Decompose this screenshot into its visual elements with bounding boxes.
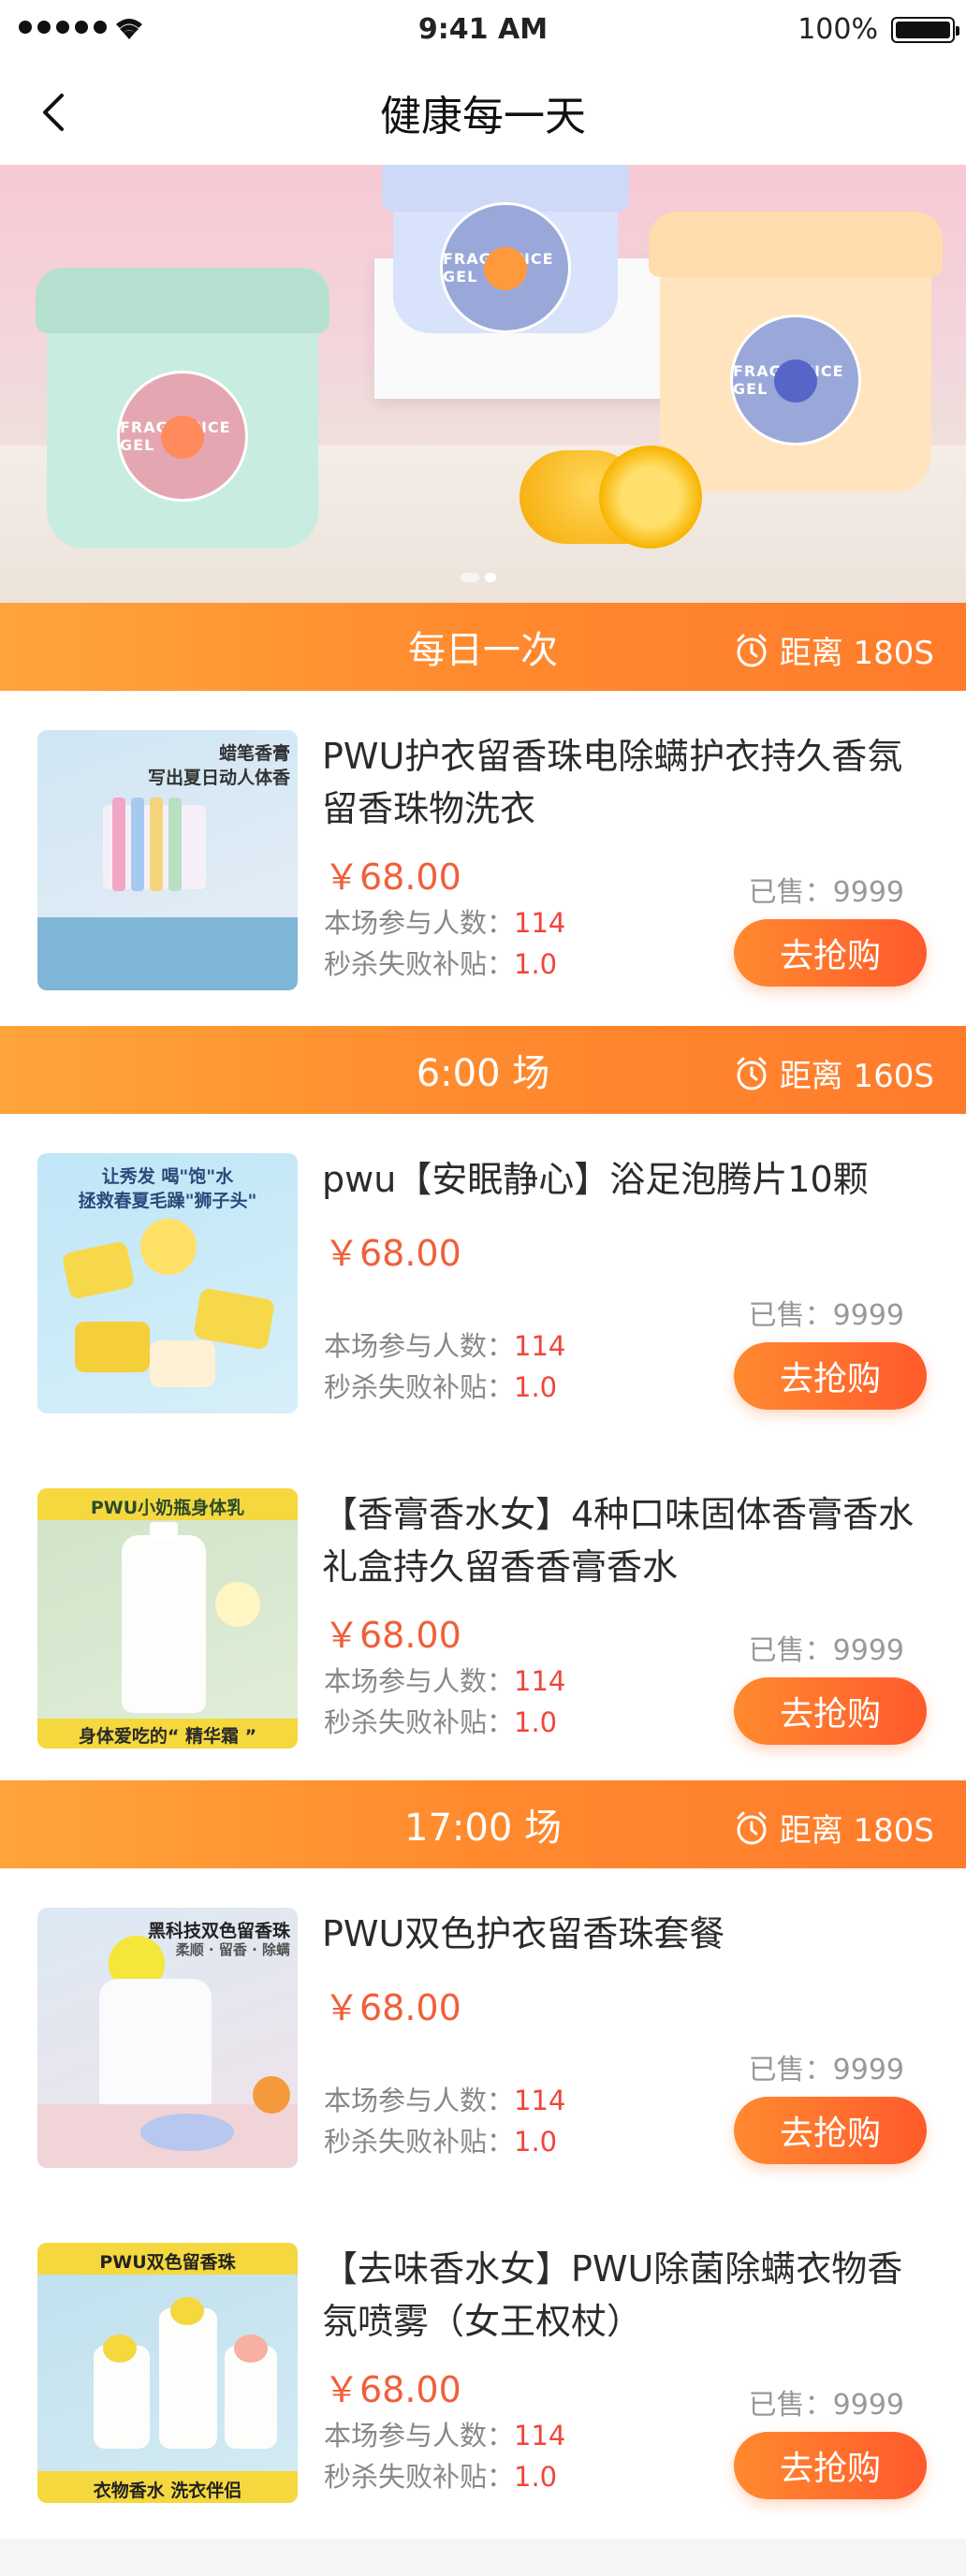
section-header-6am: 6:00 场 距离 160S	[0, 1026, 966, 1114]
participants-row: 本场参与人数：114	[324, 2085, 566, 2116]
section-title: 每日一次	[408, 629, 558, 672]
product-price: ￥68.00	[324, 1233, 461, 1274]
product-card[interactable]: 让秀发 喝"饱"水 拯救春夏毛躁"狮子头" pwu【安眠静心】浴足泡腾片10颗 …	[0, 1114, 966, 1413]
product-list-5pm: 黑科技双色留香珠 柔顺 · 留香 · 除螨 PWU双色护衣留香珠套餐 ￥68.0…	[0, 1868, 966, 2539]
product-image[interactable]: PWU小奶瓶身体乳 身体爱吃的“ 精华霜 ”	[37, 1488, 298, 1749]
product-price: ￥68.00	[324, 1615, 461, 1656]
participants-row: 本场参与人数：114	[324, 1665, 566, 1697]
sold-count: 已售：9999	[748, 2054, 904, 2086]
product-meta: 本场参与人数：114 秒杀失败补贴：1.0	[324, 1325, 565, 1408]
product-name[interactable]: pwu【安眠静心】浴足泡腾片10颗	[322, 1153, 936, 1206]
product-image[interactable]: PWU双色留香珠 衣物香水 洗衣伴侣	[37, 2243, 298, 2503]
product-price: ￥68.00	[324, 2369, 461, 2410]
sold-count: 已售：9999	[748, 2389, 904, 2422]
product-name[interactable]: 【香膏香水女】4种口味固体香膏香水礼盒持久留香香膏香水	[322, 1488, 936, 1593]
subsidy-row: 秒杀失败补贴：1.0	[324, 2126, 558, 2158]
participants-row: 本场参与人数：114	[324, 907, 566, 939]
product-image[interactable]: 让秀发 喝"饱"水 拯救春夏毛躁"狮子头"	[37, 1153, 298, 1413]
countdown-text: 距离 180S	[779, 635, 934, 672]
product-card[interactable]: 蜡笔香膏 写出夏日动人体香 PWU护衣留香珠电除螨护衣持久香氛留香珠物洗衣 ￥6…	[0, 691, 966, 990]
countdown: 距离 180S	[733, 1805, 934, 1851]
page-title: 健康每一天	[380, 93, 586, 140]
status-bar: 9:41 AM 100%	[0, 0, 966, 60]
alarm-clock-icon	[737, 1811, 767, 1844]
product-jar-blue: FRAGRANCE GEL	[382, 165, 629, 333]
section-header-5pm: 17:00 场 距离 180S	[0, 1780, 966, 1868]
subsidy-row: 秒杀失败补贴：1.0	[324, 1706, 558, 1738]
product-image[interactable]: 黑科技双色留香珠 柔顺 · 留香 · 除螨	[37, 1908, 298, 2168]
subsidy-row: 秒杀失败补贴：1.0	[324, 948, 558, 980]
buy-button[interactable]: 去抢购	[734, 919, 927, 987]
buy-button[interactable]: 去抢购	[734, 2097, 927, 2164]
countdown: 距离 160S	[733, 1050, 934, 1096]
product-name[interactable]: PWU双色护衣留香珠套餐	[322, 1908, 936, 1960]
product-meta: 本场参与人数：114 秒杀失败补贴：1.0	[324, 2080, 565, 2162]
product-card[interactable]: 黑科技双色留香珠 柔顺 · 留香 · 除螨 PWU双色护衣留香珠套餐 ￥68.0…	[0, 1868, 966, 2168]
subsidy-row: 秒杀失败补贴：1.0	[324, 1371, 558, 1403]
countdown: 距离 180S	[733, 627, 934, 673]
sold-count: 已售：9999	[748, 876, 904, 909]
orange-half	[599, 446, 702, 549]
section-title: 6:00 场	[416, 1052, 550, 1095]
nav-bar: 健康每一天	[0, 60, 966, 165]
product-meta: 本场参与人数：114 秒杀失败补贴：1.0	[324, 2415, 565, 2497]
product-card[interactable]: PWU小奶瓶身体乳 身体爱吃的“ 精华霜 ” 【香膏香水女】4种口味固体香膏香水…	[0, 1449, 966, 1749]
participants-row: 本场参与人数：114	[324, 1330, 566, 1362]
product-meta: 本场参与人数：114 秒杀失败补贴：1.0	[324, 1661, 565, 1743]
product-jar-peach: FRAGRANCE GEL	[649, 212, 943, 492]
participants-row: 本场参与人数：114	[324, 2420, 566, 2452]
alarm-clock-icon	[737, 1057, 767, 1090]
battery-percent: 100%	[798, 13, 878, 46]
sold-count: 已售：9999	[748, 1634, 904, 1667]
product-list-6am: 让秀发 喝"饱"水 拯救春夏毛躁"狮子头" pwu【安眠静心】浴足泡腾片10颗 …	[0, 1114, 966, 1780]
product-price: ￥68.00	[324, 1987, 461, 2028]
subsidy-row: 秒杀失败补贴：1.0	[324, 2461, 558, 2493]
product-name[interactable]: PWU护衣留香珠电除螨护衣持久香氛留香珠物洗衣	[322, 730, 936, 835]
buy-button[interactable]: 去抢购	[734, 2432, 927, 2499]
alarm-clock-icon	[737, 634, 767, 666]
product-image[interactable]: 蜡笔香膏 写出夏日动人体香	[37, 730, 298, 990]
section-header-daily: 每日一次 距离 180S	[0, 603, 966, 691]
battery-icon	[891, 17, 959, 43]
page-bottom	[0, 2539, 966, 2576]
countdown-text: 距离 180S	[779, 1812, 934, 1850]
product-price: ￥68.00	[324, 856, 461, 898]
product-card[interactable]: PWU双色留香珠 衣物香水 洗衣伴侣 【去味香水女】PWU除菌除螨衣物香氛喷雾（…	[0, 2203, 966, 2503]
carousel-pager[interactable]	[461, 573, 496, 582]
sold-count: 已售：9999	[748, 1299, 904, 1332]
buy-button[interactable]: 去抢购	[734, 1342, 927, 1410]
buy-button[interactable]: 去抢购	[734, 1677, 927, 1745]
product-jar-green: FRAGRANCE GEL	[36, 268, 329, 549]
product-meta: 本场参与人数：114 秒杀失败补贴：1.0	[324, 902, 565, 985]
product-name[interactable]: 【去味香水女】PWU除菌除螨衣物香氛喷雾（女王权杖）	[322, 2243, 936, 2348]
countdown-text: 距离 160S	[779, 1058, 934, 1095]
banner-carousel[interactable]: FRAGRANCE GEL FRAGRANCE GEL FRAGRANCE GE…	[0, 165, 966, 603]
product-list-daily: 蜡笔香膏 写出夏日动人体香 PWU护衣留香珠电除螨护衣持久香氛留香珠物洗衣 ￥6…	[0, 691, 966, 1026]
section-title: 17:00 场	[404, 1807, 562, 1850]
